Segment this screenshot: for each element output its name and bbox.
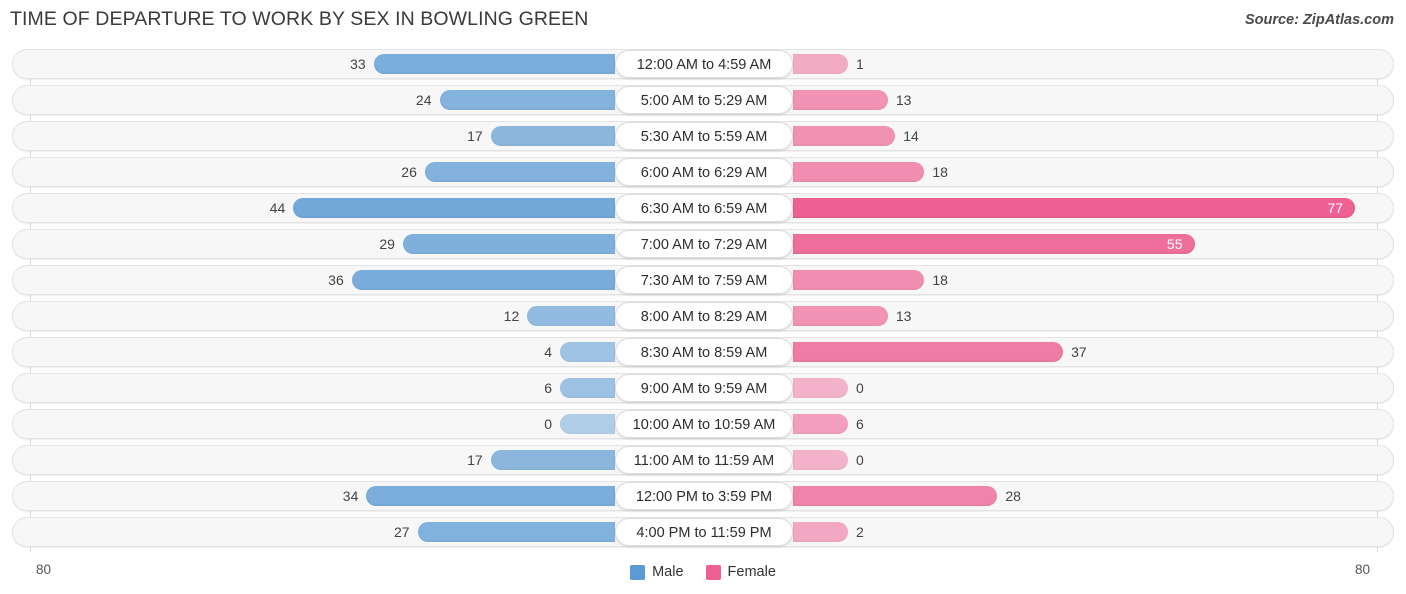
- bar-value-female: 13: [895, 92, 912, 108]
- bar-female[interactable]: [793, 54, 848, 74]
- bar-value-female: 1: [856, 56, 864, 72]
- category-label: 12:00 AM to 4:59 AM: [615, 50, 793, 78]
- category-label: 4:00 PM to 11:59 PM: [615, 518, 793, 546]
- bar-value-male: 4: [544, 344, 552, 360]
- chart-legend: Male Female: [0, 564, 1406, 580]
- chart-row: 6 0 9:00 AM to 9:59 AM: [0, 370, 1406, 406]
- chart-row: 29 55 7:00 AM to 7:29 AM: [0, 226, 1406, 262]
- bar-male[interactable]: [373, 54, 615, 74]
- bar-male[interactable]: [351, 270, 615, 290]
- legend-item-male[interactable]: Male: [630, 564, 684, 580]
- bar-value-male: 29: [379, 236, 395, 252]
- chart-row: 34 28 12:00 PM to 3:59 PM: [0, 478, 1406, 514]
- category-label: 10:00 AM to 10:59 AM: [615, 410, 793, 438]
- chart-row: 33 1 12:00 AM to 4:59 AM: [0, 46, 1406, 82]
- category-label: 6:30 AM to 6:59 AM: [615, 194, 793, 222]
- bar-value-female: 18: [932, 272, 948, 288]
- chart-row: 36 18 7:30 AM to 7:59 AM: [0, 262, 1406, 298]
- bar-value-female: 0: [856, 380, 864, 396]
- chart-row: 4 37 8:30 AM to 8:59 AM: [0, 334, 1406, 370]
- bar-value-female: 55: [1166, 236, 1183, 252]
- bar-male[interactable]: [490, 450, 615, 470]
- chart-row: 26 18 6:00 AM to 6:29 AM: [0, 154, 1406, 190]
- category-label: 7:30 AM to 7:59 AM: [615, 266, 793, 294]
- bar-value-female: 37: [1071, 344, 1087, 360]
- bar-male[interactable]: [366, 486, 615, 506]
- bar-female[interactable]: [793, 450, 848, 470]
- bar-female[interactable]: [793, 270, 925, 290]
- category-label: 8:30 AM to 8:59 AM: [615, 338, 793, 366]
- bar-value-female: 14: [903, 128, 919, 144]
- bar-female[interactable]: [793, 90, 888, 110]
- category-label: 8:00 AM to 8:29 AM: [615, 302, 793, 330]
- bar-value-male: 26: [401, 164, 417, 180]
- bar-male[interactable]: [527, 306, 615, 326]
- bar-male[interactable]: [293, 198, 615, 218]
- bar-value-female: 28: [1005, 488, 1021, 504]
- bar-value-male: 33: [350, 56, 366, 72]
- bar-value-male: 34: [342, 488, 359, 504]
- chart-row: 17 14 5:30 AM to 5:59 AM: [0, 118, 1406, 154]
- bar-value-male: 17: [467, 452, 483, 468]
- category-label: 6:00 AM to 6:29 AM: [615, 158, 793, 186]
- chart-header: TIME OF DEPARTURE TO WORK BY SEX IN BOWL…: [0, 0, 1406, 44]
- chart-plot-area: 33 1 12:00 AM to 4:59 AM 24 13 5:00 AM to 5:2…: [0, 44, 1406, 554]
- chart-row: 17 0 11:00 AM to 11:59 AM: [0, 442, 1406, 478]
- bar-value-male: 24: [415, 92, 432, 108]
- bar-value-female: 77: [1327, 200, 1344, 216]
- bar-value-male: 44: [269, 200, 286, 216]
- bar-value-male: 6: [544, 380, 552, 396]
- bar-female[interactable]: [793, 234, 1195, 254]
- bar-male[interactable]: [560, 378, 615, 398]
- bar-value-male: 27: [393, 524, 410, 540]
- bar-value-female: 2: [856, 524, 864, 540]
- bar-female[interactable]: [793, 198, 1356, 218]
- bar-male[interactable]: [560, 342, 615, 362]
- legend-label-female: Female: [727, 564, 776, 580]
- legend-swatch-male: [630, 564, 646, 580]
- source-label: Source: ZipAtlas.com: [1244, 12, 1394, 28]
- bar-male[interactable]: [417, 522, 615, 542]
- bar-value-female: 13: [895, 308, 912, 324]
- bar-female[interactable]: [793, 306, 888, 326]
- legend-label-male: Male: [652, 564, 684, 580]
- bar-value-female: 6: [856, 416, 864, 432]
- chart-row: 12 13 8:00 AM to 8:29 AM: [0, 298, 1406, 334]
- chart-row: 27 2 4:00 PM to 11:59 PM: [0, 514, 1406, 550]
- bar-male[interactable]: [402, 234, 615, 254]
- bar-value-male: 17: [467, 128, 483, 144]
- category-label: 12:00 PM to 3:59 PM: [615, 482, 793, 510]
- legend-swatch-female: [705, 564, 721, 580]
- legend-item-female[interactable]: Female: [705, 564, 776, 580]
- bar-female[interactable]: [793, 414, 848, 434]
- chart-row: 0 6 10:00 AM to 10:59 AM: [0, 406, 1406, 442]
- category-label: 5:30 AM to 5:59 AM: [615, 122, 793, 150]
- bar-female[interactable]: [793, 378, 848, 398]
- bar-female[interactable]: [793, 522, 848, 542]
- bar-female[interactable]: [793, 486, 998, 506]
- chart-footer: 80 80 Male Female: [0, 554, 1406, 594]
- bar-value-male: 0: [544, 416, 552, 432]
- bar-value-male: 12: [503, 308, 520, 324]
- bar-male[interactable]: [560, 414, 615, 434]
- bar-male[interactable]: [439, 90, 615, 110]
- page-title: TIME OF DEPARTURE TO WORK BY SEX IN BOWL…: [10, 8, 589, 30]
- category-label: 11:00 AM to 11:59 AM: [615, 446, 793, 474]
- bar-value-male: 36: [328, 272, 344, 288]
- bar-value-female: 18: [932, 164, 948, 180]
- bar-female[interactable]: [793, 126, 896, 146]
- chart-row: 24 13 5:00 AM to 5:29 AM: [0, 82, 1406, 118]
- bar-male[interactable]: [490, 126, 615, 146]
- category-label: 9:00 AM to 9:59 AM: [615, 374, 793, 402]
- bar-female[interactable]: [793, 162, 925, 182]
- category-label: 7:00 AM to 7:29 AM: [615, 230, 793, 258]
- bar-female[interactable]: [793, 342, 1064, 362]
- category-label: 5:00 AM to 5:29 AM: [615, 86, 793, 114]
- chart-row: 44 77 6:30 AM to 6:59 AM: [0, 190, 1406, 226]
- bar-male[interactable]: [424, 162, 615, 182]
- bar-value-female: 0: [856, 452, 864, 468]
